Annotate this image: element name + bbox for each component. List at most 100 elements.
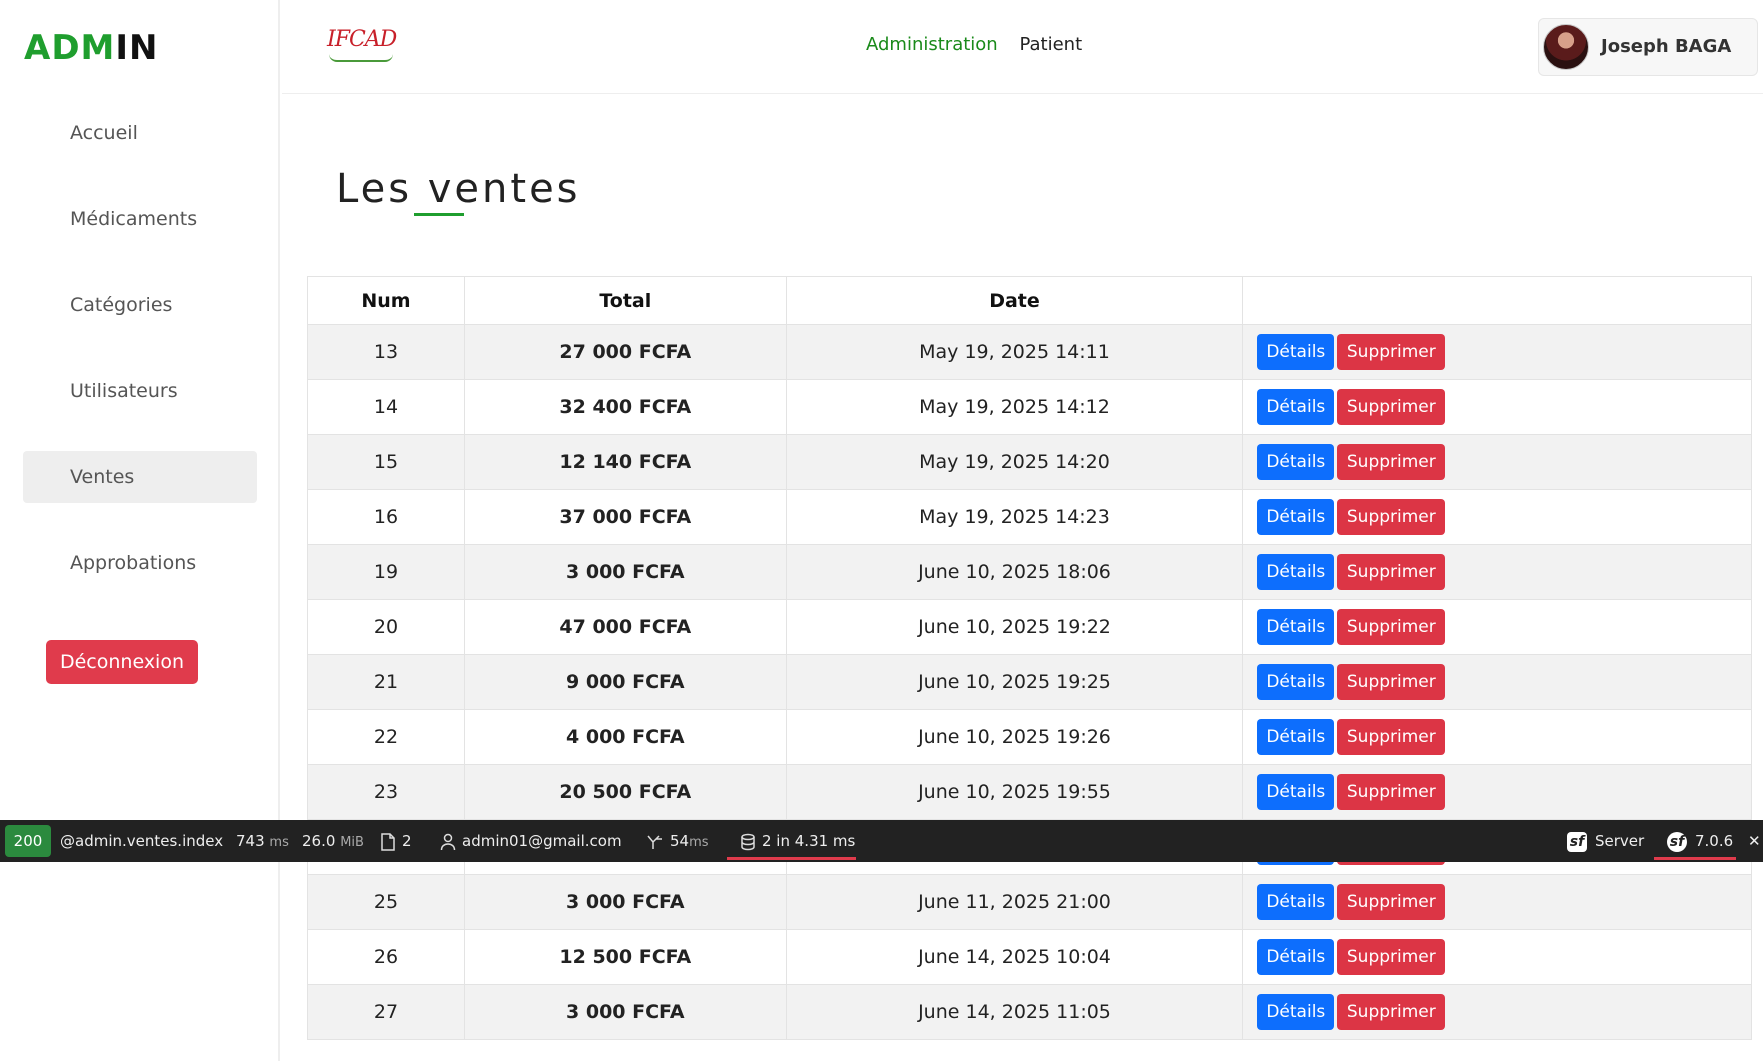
sidebar-item-accueil[interactable]: Accueil — [23, 107, 257, 159]
details-button[interactable]: Détails — [1257, 939, 1335, 975]
row-actions: DétailsSupprimer — [1242, 764, 1752, 820]
column-header-total: Total — [463, 276, 787, 325]
row-date: June 10, 2025 19:55 — [785, 764, 1244, 820]
details-button[interactable]: Détails — [1257, 499, 1335, 535]
events-unit: ms — [689, 835, 709, 850]
row-num: 21 — [307, 654, 465, 710]
delete-button[interactable]: Supprimer — [1337, 884, 1446, 920]
version-panel[interactable]: sf 7.0.6 — [1667, 820, 1733, 862]
request-time-unit: ms — [269, 835, 289, 850]
row-actions: DétailsSupprimer — [1242, 489, 1752, 545]
sidebar-item-categories[interactable]: Catégories — [23, 279, 257, 331]
sidebar-nav: Accueil Médicaments Catégories Utilisate… — [23, 107, 257, 623]
delete-button[interactable]: Supprimer — [1337, 389, 1446, 425]
row-total: 27 000 FCFA — [463, 324, 787, 380]
avatar — [1543, 24, 1589, 70]
user-menu[interactable]: Joseph BAGA — [1538, 18, 1758, 76]
table-row: 22 4 000 FCFA June 10, 2025 19:26 Détails Su… — [307, 709, 1752, 765]
user-panel[interactable]: admin01@gmail.com — [440, 820, 622, 862]
row-date: June 11, 2025 21:00 — [785, 874, 1244, 930]
column-header-date: Date — [785, 276, 1244, 325]
row-num: 14 — [307, 379, 465, 435]
database-icon — [741, 833, 755, 850]
row-num: 15 — [307, 434, 465, 490]
symfony-icon: sf — [1567, 831, 1587, 852]
column-header-actions — [1242, 276, 1752, 325]
delete-button[interactable]: Supprimer — [1337, 994, 1446, 1030]
details-button[interactable]: Détails — [1257, 444, 1335, 480]
row-actions: DétailsSupprimer — [1242, 654, 1752, 710]
events-icon — [647, 834, 662, 849]
row-num: 26 — [307, 929, 465, 985]
logout-button[interactable]: Déconnexion — [46, 640, 198, 684]
row-total: 47 000 FCFA — [463, 599, 787, 655]
sidebar-item-medicaments[interactable]: Médicaments — [23, 193, 257, 245]
delete-button[interactable]: Supprimer — [1337, 774, 1446, 810]
sidebar-item-approbations[interactable]: Approbations — [23, 537, 257, 589]
delete-button[interactable]: Supprimer — [1337, 609, 1446, 645]
row-num: 27 — [307, 984, 465, 1040]
row-actions: DétailsSupprimer — [1242, 324, 1752, 380]
details-button[interactable]: Détails — [1257, 719, 1335, 755]
delete-button[interactable]: Supprimer — [1337, 939, 1446, 975]
row-total: 12 500 FCFA — [463, 929, 787, 985]
sidebar-item-utilisateurs[interactable]: Utilisateurs — [23, 365, 257, 417]
request-time[interactable]: 743 ms — [236, 820, 289, 862]
sidebar-item-ventes[interactable]: Ventes — [23, 451, 257, 503]
delete-button[interactable]: Supprimer — [1337, 554, 1446, 590]
details-button[interactable]: Détails — [1257, 554, 1335, 590]
nav-link-administration[interactable]: Administration — [866, 34, 998, 55]
sidebar: ADMIN Accueil Médicaments Catégories Uti… — [0, 0, 280, 1061]
file-icon — [381, 832, 395, 851]
table-header-row: Num Total Date — [307, 276, 1752, 325]
row-actions: DétailsSupprimer — [1242, 709, 1752, 765]
details-button[interactable]: Détails — [1257, 334, 1335, 370]
row-total: 3 000 FCFA — [463, 984, 787, 1040]
details-button[interactable]: Détails — [1257, 609, 1335, 645]
row-date: May 19, 2025 14:20 — [785, 434, 1244, 490]
nav-link-patient[interactable]: Patient — [1019, 34, 1082, 55]
delete-button[interactable]: Supprimer — [1337, 444, 1446, 480]
details-button[interactable]: Détails — [1257, 664, 1335, 700]
delete-button[interactable]: Supprimer — [1337, 334, 1446, 370]
details-button[interactable]: Détails — [1257, 994, 1335, 1030]
top-nav: Administration Patient — [866, 34, 1098, 55]
memory-unit: MiB — [340, 835, 364, 850]
status-badge[interactable]: 200 — [5, 825, 51, 857]
files-panel[interactable]: 2 — [380, 820, 412, 862]
row-actions: DétailsSupprimer — [1242, 434, 1752, 490]
details-button[interactable]: Détails — [1257, 774, 1335, 810]
row-total: 9 000 FCFA — [463, 654, 787, 710]
delete-button[interactable]: Supprimer — [1337, 719, 1446, 755]
row-actions: DétailsSupprimer — [1242, 874, 1752, 930]
brand-part-1: ADM — [24, 28, 116, 68]
row-num: 20 — [307, 599, 465, 655]
row-date: June 10, 2025 18:06 — [785, 544, 1244, 600]
delete-button[interactable]: Supprimer — [1337, 664, 1446, 700]
row-num: 19 — [307, 544, 465, 600]
row-total: 4 000 FCFA — [463, 709, 787, 765]
route-name[interactable]: @admin.ventes.index — [60, 820, 223, 862]
details-button[interactable]: Détails — [1257, 389, 1335, 425]
brand-logo[interactable]: ADMIN — [24, 28, 159, 68]
memory-value: 26.0 — [302, 832, 336, 850]
logo-text: IFCAD — [327, 27, 397, 52]
row-date: May 19, 2025 14:23 — [785, 489, 1244, 545]
row-total: 20 500 FCFA — [463, 764, 787, 820]
toolbar-close-button[interactable]: ✕ — [1748, 820, 1761, 862]
row-total: 37 000 FCFA — [463, 489, 787, 545]
delete-button[interactable]: Supprimer — [1337, 499, 1446, 535]
events-panel[interactable]: 54ms — [646, 820, 709, 862]
ifcad-logo[interactable]: IFCAD — [325, 24, 397, 68]
database-panel[interactable]: 2 in 4.31 ms — [740, 820, 855, 862]
brand-part-2: I — [115, 28, 130, 68]
page-title: Les ventes — [336, 166, 581, 212]
table-row: 20 47 000 FCFA June 10, 2025 19:22 Détails S… — [307, 599, 1752, 655]
sales-table: Num Total Date 13 27 000 FCFA May 19, 2025… — [307, 276, 1752, 1040]
table-row: 26 12 500 FCFA June 14, 2025 10:04 Détails S… — [307, 929, 1752, 985]
table-row: 13 27 000 FCFA May 19, 2025 14:11 Détails Su… — [307, 324, 1752, 380]
row-actions: DétailsSupprimer — [1242, 599, 1752, 655]
server-panel[interactable]: sf Server — [1567, 820, 1644, 862]
memory-usage[interactable]: 26.0 MiB — [302, 820, 364, 862]
details-button[interactable]: Détails — [1257, 884, 1335, 920]
